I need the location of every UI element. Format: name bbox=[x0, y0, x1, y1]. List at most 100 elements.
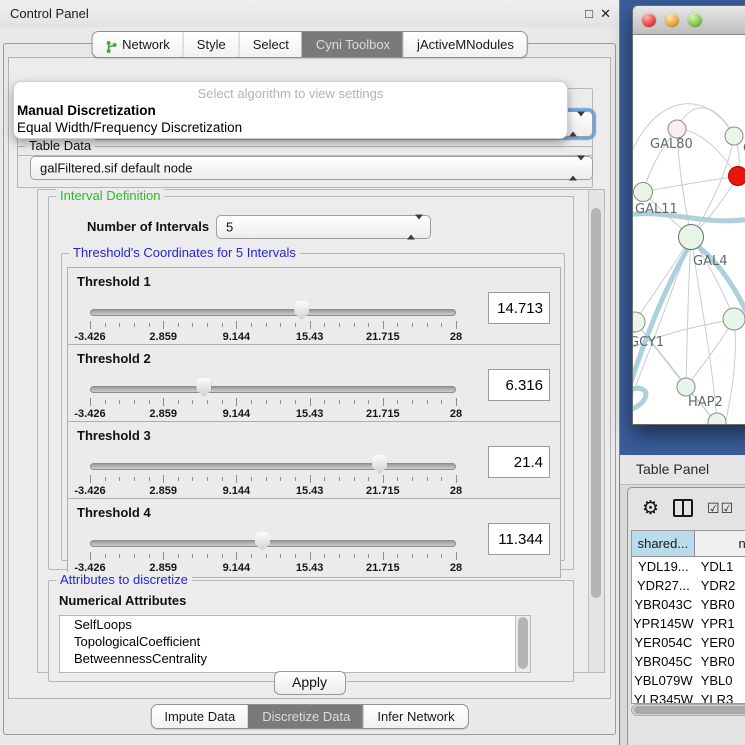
number-of-intervals-combobox[interactable]: 5 bbox=[216, 215, 431, 239]
threshold-1-slider[interactable]: -3.4262.8599.14415.4321.71528 bbox=[90, 300, 456, 344]
slider-tick-labels: -3.4262.8599.14415.4321.71528 bbox=[90, 485, 456, 497]
table-row[interactable]: YDR27...YDR2 bbox=[632, 576, 745, 595]
slider-thumb[interactable] bbox=[294, 301, 309, 320]
select-columns-checkboxes-icon[interactable]: ☑☑ bbox=[707, 500, 734, 517]
mac-minimize-button[interactable] bbox=[665, 13, 679, 27]
node-label-gcy1: GCY1 bbox=[633, 335, 664, 350]
table-row[interactable]: YBL079WYBL0 bbox=[632, 671, 745, 690]
table-cell[interactable]: YBR045C bbox=[632, 652, 695, 671]
table-row[interactable]: YPR145WYPR1 bbox=[632, 614, 745, 633]
table-cell[interactable]: YBR043C bbox=[632, 595, 695, 614]
tab-infer-network[interactable]: Infer Network bbox=[363, 705, 467, 728]
tab-discretize-data-label: Discretize Data bbox=[262, 705, 350, 728]
algorithm-popup-hint: Select algorithm to view settings bbox=[14, 86, 567, 101]
list-item[interactable]: BetweennessCentrality bbox=[60, 650, 530, 667]
thresholds-legend: Threshold's Coordinates for 5 Intervals bbox=[69, 245, 300, 260]
tab-select[interactable]: Select bbox=[239, 32, 302, 57]
threshold-3-panel: Threshold 3 -3.4262.8599.14415.4321.7152… bbox=[67, 421, 561, 501]
mac-zoom-button[interactable] bbox=[688, 13, 702, 27]
table-row[interactable]: YBR045CYBR0 bbox=[632, 652, 745, 671]
slider-track[interactable] bbox=[90, 540, 456, 547]
table-cell[interactable]: YDL1 bbox=[695, 557, 745, 576]
threshold-3-value-field[interactable]: 21.4 bbox=[488, 446, 550, 478]
table-cell[interactable]: YER0 bbox=[695, 633, 745, 652]
attributes-legend: Attributes to discretize bbox=[56, 572, 192, 587]
tab-style[interactable]: Style bbox=[183, 32, 239, 57]
slider-thumb[interactable] bbox=[372, 455, 387, 474]
slider-thumb[interactable] bbox=[196, 378, 211, 397]
slider-tick-labels: -3.4262.8599.14415.4321.71528 bbox=[90, 408, 456, 420]
list-item[interactable]: SelfLoops bbox=[60, 616, 530, 633]
table-toolbar: ⚙ ☑☑ bbox=[628, 488, 745, 528]
table-cell[interactable]: YER054C bbox=[632, 633, 695, 652]
tab-network-label: Network bbox=[122, 33, 170, 56]
table-cell[interactable]: YLR345W bbox=[632, 690, 695, 704]
control-panel-titlebar[interactable]: Control Panel □ ✕ bbox=[0, 0, 619, 27]
apply-button[interactable]: Apply bbox=[274, 671, 346, 695]
table-cell[interactable]: YBL079W bbox=[632, 671, 695, 690]
node-gal4 bbox=[679, 225, 704, 250]
table-cell[interactable]: YDL19... bbox=[632, 557, 695, 576]
tab-jactivemnodules[interactable]: jActiveMNodules bbox=[403, 32, 527, 57]
scrollbar-thumb[interactable] bbox=[518, 617, 528, 669]
column-header-name[interactable]: na bbox=[695, 531, 745, 556]
table-cell[interactable]: YDR2 bbox=[695, 576, 745, 595]
threshold-4-slider[interactable]: -3.4262.8599.14415.4321.71528 bbox=[90, 531, 456, 575]
table-cell[interactable]: YBL0 bbox=[695, 671, 745, 690]
algorithm-option-equal-width[interactable]: Equal Width/Frequency Discretization bbox=[17, 120, 242, 135]
float-window-icon[interactable]: □ bbox=[585, 0, 593, 27]
tab-impute-data[interactable]: Impute Data bbox=[151, 705, 248, 728]
table-horizontal-scrollbar[interactable] bbox=[631, 704, 745, 716]
combo-stepper-icon bbox=[569, 117, 585, 132]
node-label-gal80: GAL80 bbox=[650, 137, 693, 152]
table-data-combobox[interactable]: galFiltered.sif default node bbox=[30, 156, 593, 180]
node-table[interactable]: shared... na YDL19...YDL1YDR27...YDR2YBR… bbox=[631, 530, 745, 704]
scrollbar-thumb[interactable] bbox=[634, 706, 745, 714]
list-item[interactable]: TopologicalCoefficient bbox=[60, 633, 530, 650]
table-row[interactable]: YER054CYER0 bbox=[632, 633, 745, 652]
table-row[interactable]: YLR345WYLR3 bbox=[632, 690, 745, 704]
tab-cyni-toolbox[interactable]: Cyni Toolbox bbox=[302, 32, 403, 57]
tab-cyni-toolbox-label: Cyni Toolbox bbox=[316, 33, 390, 56]
numerical-attributes-list[interactable]: SelfLoopsTopologicalCoefficientBetweenne… bbox=[59, 615, 531, 673]
table-cell[interactable]: YDR27... bbox=[632, 576, 695, 595]
threshold-1-panel: Threshold 1 -3.4262.8599.14415.4321.7152… bbox=[67, 267, 561, 347]
table-cell[interactable]: YPR1 bbox=[695, 614, 745, 633]
network-view-window[interactable]: GAL80 GA GAL11 C GAL4 GCY1 H HAP2 bbox=[632, 5, 745, 425]
gear-icon[interactable]: ⚙ bbox=[642, 499, 659, 518]
mac-close-button[interactable] bbox=[642, 13, 656, 27]
bottom-tab-bar: Impute Data Discretize Data Infer Networ… bbox=[150, 704, 468, 729]
slider-track[interactable] bbox=[90, 463, 456, 470]
table-cell[interactable]: YLR3 bbox=[695, 690, 745, 704]
threshold-1-value-field[interactable]: 14.713 bbox=[488, 292, 550, 324]
algorithm-option-manual[interactable]: Manual Discretization bbox=[17, 103, 156, 118]
slider-track[interactable] bbox=[90, 386, 456, 393]
algorithm-dropdown-popup: Select algorithm to view settings Manual… bbox=[13, 81, 568, 139]
table-row[interactable]: YDL19...YDL1 bbox=[632, 557, 745, 576]
scrollbar-thumb[interactable] bbox=[591, 208, 601, 598]
threshold-2-slider[interactable]: -3.4262.8599.14415.4321.71528 bbox=[90, 377, 456, 421]
list-scrollbar[interactable] bbox=[515, 616, 530, 672]
slider-thumb[interactable] bbox=[255, 532, 270, 551]
table-cell[interactable]: YBR0 bbox=[695, 595, 745, 614]
table-panel-header[interactable]: Table Panel bbox=[620, 455, 745, 485]
network-canvas[interactable]: GAL80 GA GAL11 C GAL4 GCY1 H HAP2 bbox=[633, 35, 745, 424]
node-label-hap2: HAP2 bbox=[688, 395, 723, 410]
table-row[interactable]: YBR043CYBR0 bbox=[632, 595, 745, 614]
close-icon[interactable]: ✕ bbox=[600, 0, 611, 27]
node-bottom-partial bbox=[708, 413, 726, 424]
settings-scrollbar[interactable] bbox=[588, 190, 604, 672]
column-header-shared-name[interactable]: shared... bbox=[632, 531, 695, 556]
threshold-4-value-field[interactable]: 11.344 bbox=[488, 523, 550, 555]
slider-track[interactable] bbox=[90, 309, 456, 316]
columns-icon[interactable] bbox=[673, 499, 693, 517]
threshold-2-value-field[interactable]: 6.316 bbox=[488, 369, 550, 401]
node-right-mid bbox=[723, 308, 745, 330]
table-cell[interactable]: YPR145W bbox=[632, 614, 695, 633]
slider-ticks bbox=[90, 552, 456, 561]
tab-discretize-data[interactable]: Discretize Data bbox=[248, 705, 363, 728]
table-cell[interactable]: YBR0 bbox=[695, 652, 745, 671]
network-window-titlebar[interactable] bbox=[633, 6, 745, 35]
tab-network[interactable]: Network bbox=[92, 32, 183, 57]
threshold-3-slider[interactable]: -3.4262.8599.14415.4321.71528 bbox=[90, 454, 456, 498]
